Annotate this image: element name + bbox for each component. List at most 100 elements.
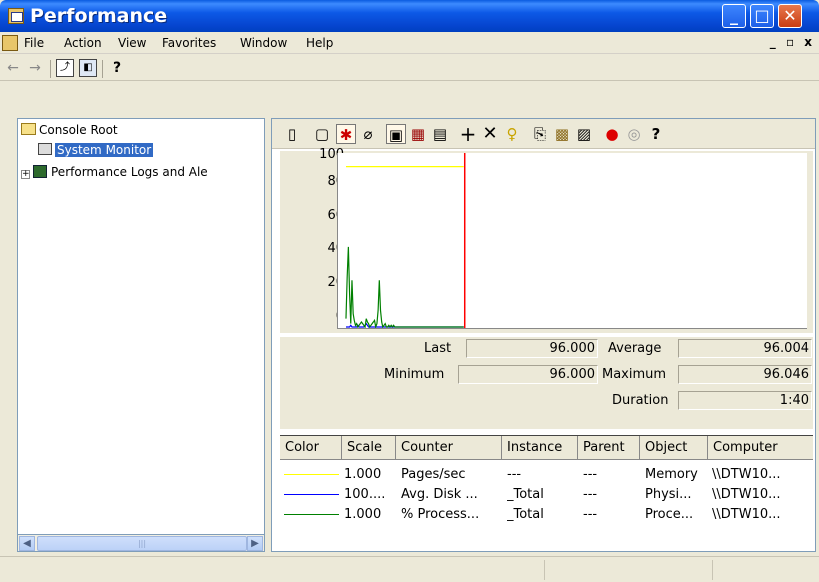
- scroll-right-button[interactable]: ▶: [247, 536, 263, 551]
- color-swatch: [284, 514, 339, 515]
- computer-cell: \\DTW10...: [712, 487, 781, 502]
- counter-cell: % Process...: [401, 507, 480, 522]
- counter-legend: Color Scale Counter Instance Parent Obje…: [280, 435, 813, 549]
- counter-cell: Avg. Disk ...: [401, 487, 478, 502]
- window-title: Performance: [30, 5, 168, 27]
- console-tree: Console Root System Monitor + Performance…: [17, 118, 265, 552]
- column-header-counter[interactable]: Counter: [396, 436, 502, 460]
- delete-counter-icon[interactable]: ✕: [480, 124, 500, 144]
- performance-logs-icon: [33, 165, 47, 178]
- tree-item-label: Performance Logs and Ale: [51, 165, 208, 179]
- object-cell: Physi...: [645, 487, 692, 502]
- column-header-object[interactable]: Object: [640, 436, 708, 460]
- copy-properties-icon[interactable]: ⎘: [530, 124, 550, 144]
- menu-help[interactable]: Help: [306, 36, 333, 50]
- view-histogram-icon[interactable]: ▦: [408, 124, 428, 144]
- graph-area: 100 80 60 40 20 0: [280, 147, 813, 333]
- minimize-button[interactable]: _: [722, 4, 746, 28]
- duration-value: 1:40: [678, 391, 812, 410]
- average-value: 96.004: [678, 339, 812, 358]
- column-header-color[interactable]: Color: [280, 436, 342, 460]
- show-hide-tree-icon[interactable]: ◧: [79, 59, 97, 77]
- minimum-value: 96.000: [458, 365, 598, 384]
- folder-icon: [21, 123, 36, 135]
- scale-cell: 100....: [344, 487, 386, 502]
- color-swatch: [284, 494, 339, 495]
- scroll-left-button[interactable]: ◀: [19, 536, 35, 551]
- expand-icon[interactable]: +: [21, 170, 30, 179]
- main-toolbar: ← → ⤴ ◧ ?: [0, 55, 819, 81]
- instance-cell: ---: [507, 467, 522, 482]
- update-data-icon[interactable]: ◎: [624, 124, 644, 144]
- minimum-label: Minimum: [384, 367, 445, 382]
- column-header-computer[interactable]: Computer: [708, 436, 813, 460]
- statistics-panel: Last 96.000 Average 96.004 Minimum 96.00…: [280, 337, 813, 429]
- back-icon[interactable]: ←: [4, 59, 22, 77]
- legend-row[interactable]: 1.000 Pages/sec --- --- Memory \\DTW10..…: [280, 466, 813, 484]
- parent-cell: ---: [583, 487, 598, 502]
- app-icon: [8, 8, 24, 24]
- parent-cell: ---: [583, 507, 598, 522]
- status-pane: [544, 560, 712, 580]
- paste-counter-list-icon[interactable]: ▩: [552, 124, 572, 144]
- up-folder-icon[interactable]: ⤴: [56, 59, 74, 77]
- help-icon[interactable]: ?: [646, 124, 666, 144]
- view-graph-icon[interactable]: ▣: [386, 124, 406, 144]
- scale-cell: 1.000: [344, 507, 382, 522]
- series-line-2: [345, 246, 464, 328]
- legend-row[interactable]: 1.000 % Process... _Total --- Proce... \…: [280, 506, 813, 524]
- forward-icon[interactable]: →: [26, 59, 44, 77]
- menu-window[interactable]: Window: [240, 36, 287, 50]
- menu-view[interactable]: View: [118, 36, 146, 50]
- column-header-parent[interactable]: Parent: [578, 436, 640, 460]
- highlight-icon[interactable]: ♀: [502, 124, 522, 144]
- performance-chart: [337, 153, 807, 329]
- instance-cell: _Total: [507, 487, 544, 502]
- menu-bar: File Action View Favorites Window Help _…: [0, 32, 819, 54]
- parent-cell: ---: [583, 467, 598, 482]
- last-label: Last: [424, 341, 452, 356]
- menu-action[interactable]: Action: [64, 36, 102, 50]
- view-current-activity-icon[interactable]: ✱: [336, 124, 356, 144]
- clear-display-icon[interactable]: ▢: [312, 124, 332, 144]
- system-monitor-pane: ▯ ▢ ✱ ⌀ ▣ ▦ ▤ + ✕ ♀ ⎘ ▩ ▨ ● ◎ ? 100 80 6…: [271, 118, 816, 552]
- duration-label: Duration: [612, 393, 669, 408]
- performance-window: Performance _ □ ✕ File Action View Favor…: [0, 0, 819, 582]
- new-counter-set-icon[interactable]: ▯: [282, 124, 302, 144]
- add-counter-icon[interactable]: +: [458, 124, 478, 144]
- view-report-icon[interactable]: ▤: [430, 124, 450, 144]
- tree-item-system-monitor[interactable]: System Monitor: [38, 141, 154, 159]
- title-bar[interactable]: Performance _ □ ✕: [0, 0, 819, 32]
- maximize-button[interactable]: □: [750, 4, 774, 28]
- maximum-label: Maximum: [602, 367, 667, 382]
- menu-file[interactable]: File: [24, 36, 44, 50]
- tree-item-console-root[interactable]: Console Root: [21, 121, 118, 139]
- tree-item-label: Console Root: [39, 123, 118, 137]
- tree-horizontal-scrollbar[interactable]: ◀ ||| ▶: [17, 534, 265, 552]
- properties-icon[interactable]: ▨: [574, 124, 594, 144]
- menu-favorites[interactable]: Favorites: [162, 36, 216, 50]
- freeze-display-icon[interactable]: ●: [602, 124, 622, 144]
- last-value: 96.000: [466, 339, 598, 358]
- computer-cell: \\DTW10...: [712, 507, 781, 522]
- view-log-data-icon[interactable]: ⌀: [358, 124, 378, 144]
- help-icon[interactable]: ?: [108, 59, 126, 77]
- scale-cell: 1.000: [344, 467, 382, 482]
- scroll-thumb[interactable]: |||: [37, 536, 247, 551]
- close-button[interactable]: ✕: [778, 4, 802, 28]
- mdi-controls[interactable]: _ ▫ x: [770, 35, 815, 49]
- column-header-scale[interactable]: Scale: [342, 436, 396, 460]
- computer-cell: \\DTW10...: [712, 467, 781, 482]
- system-monitor-toolbar: ▯ ▢ ✱ ⌀ ▣ ▦ ▤ + ✕ ♀ ⎘ ▩ ▨ ● ◎ ?: [272, 119, 815, 149]
- object-cell: Proce...: [645, 507, 694, 522]
- counter-cell: Pages/sec: [401, 467, 466, 482]
- column-header-instance[interactable]: Instance: [502, 436, 578, 460]
- tree-item-performance-logs[interactable]: + Performance Logs and Ale: [21, 163, 208, 181]
- toolbar-separator: [102, 60, 103, 78]
- legend-row[interactable]: 100.... Avg. Disk ... _Total --- Physi..…: [280, 486, 813, 504]
- system-monitor-icon: [38, 143, 52, 155]
- color-swatch: [284, 474, 339, 475]
- console-icon[interactable]: [2, 35, 18, 51]
- status-pane: [712, 560, 819, 580]
- tree-item-label: System Monitor: [55, 143, 154, 157]
